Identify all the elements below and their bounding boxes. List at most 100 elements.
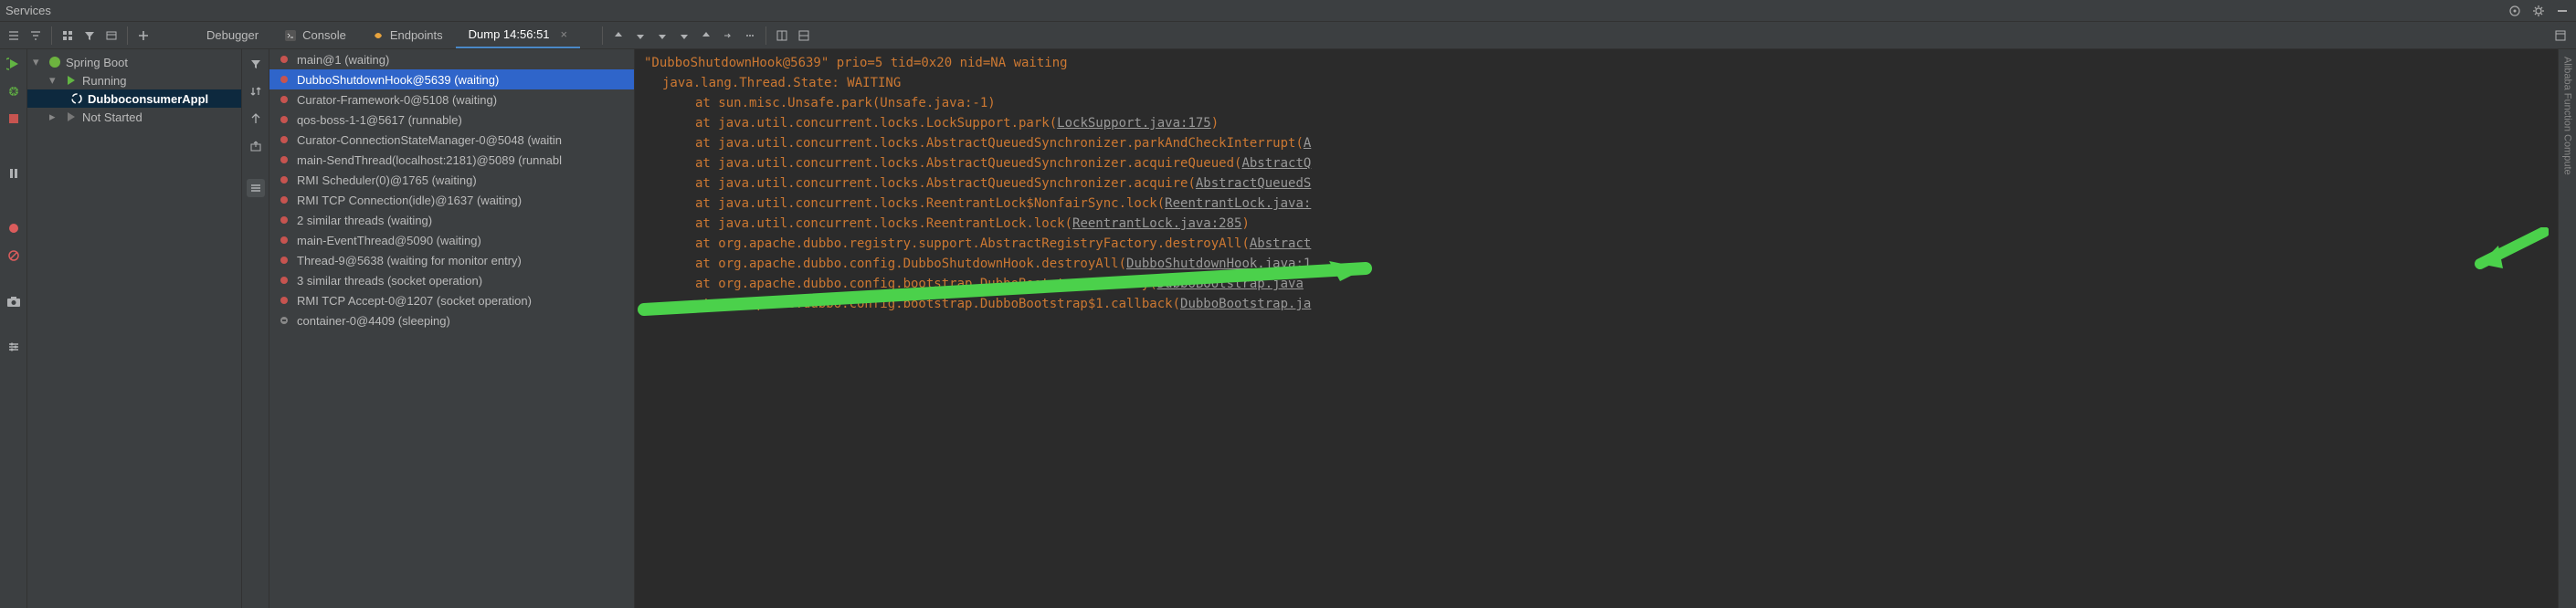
source-link[interactable]: ReentrantLock.java:285 [1072,216,1241,231]
console-icon [284,29,297,42]
source-link[interactable]: DubboBootstrap.java [1157,277,1304,291]
tab-label: Dump 14:56:51 [469,27,550,41]
thread-row[interactable]: qos-boss-1-1@5617 (runnable) [269,110,634,130]
tree-label: Spring Boot [66,56,128,69]
target-icon[interactable] [2507,3,2523,19]
tree-running[interactable]: ▾ Running [27,71,241,89]
thread-row[interactable]: RMI Scheduler(0)@1765 (waiting) [269,170,634,190]
stack-line: at org.apache.dubbo.config.bootstrap.Dub… [644,294,2549,314]
source-link[interactable]: LockSupport.java:175 [1057,116,1211,131]
source-link[interactable]: DubboShutdownHook.java:1 [1126,257,1311,271]
thread-icon [277,152,291,167]
thread-row[interactable]: RMI TCP Accept-0@1207 (socket operation) [269,290,634,310]
stack-line: at org.apache.dubbo.config.DubboShutdown… [644,254,2549,274]
up2-icon[interactable] [696,26,716,46]
filter-icon[interactable] [247,55,265,73]
thread-icon [277,293,291,308]
export-icon[interactable] [247,137,265,155]
tree-notstarted[interactable]: ▸ Not Started [27,108,241,126]
sort-icon[interactable] [247,82,265,100]
source-link[interactable]: AbstractQ [1241,156,1311,171]
thread-icon [277,112,291,127]
collapse-all-icon[interactable] [26,26,46,46]
stack-line: at java.util.concurrent.locks.AbstractQu… [644,133,2549,153]
layout1-icon[interactable] [772,26,792,46]
stack-icon[interactable] [247,179,265,197]
thread-row[interactable]: main-SendThread(localhost:2181)@5089 (ru… [269,150,634,170]
thread-row[interactable]: main@1 (waiting) [269,49,634,69]
thread-row[interactable]: Thread-9@5638 (waiting for monitor entry… [269,250,634,270]
thread-label: main-SendThread(localhost:2181)@5089 (ru… [297,153,562,167]
down-icon[interactable] [630,26,650,46]
down3-icon[interactable] [674,26,694,46]
thread-label: 3 similar threads (socket operation) [297,274,482,288]
add-icon[interactable] [133,26,153,46]
up-icon[interactable] [608,26,628,46]
tab-endpoints[interactable]: Endpoints [359,23,456,47]
stack-line: at org.apache.dubbo.config.bootstrap.Dub… [644,274,2549,294]
source-link[interactable]: DubboBootstrap.ja [1180,297,1311,311]
thread-state: java.lang.Thread.State: WAITING [662,76,901,90]
step-icon[interactable] [718,26,738,46]
minimize-icon[interactable] [2554,3,2571,19]
more-icon[interactable] [740,26,760,46]
expand-all-icon[interactable] [4,26,24,46]
thread-row[interactable]: main-EventThread@5090 (waiting) [269,230,634,250]
right-rail-label[interactable]: Alibaba Function Compute [2558,49,2576,608]
thread-row[interactable]: Curator-ConnectionStateManager-0@5048 (w… [269,130,634,150]
tab-label: Endpoints [390,28,443,42]
stack-line: at sun.misc.Unsafe.park(Unsafe.java:-1) [644,93,2549,113]
stack-line: at org.apache.dubbo.registry.support.Abs… [644,234,2549,254]
stack-line: at java.util.concurrent.locks.ReentrantL… [644,214,2549,234]
source-link[interactable]: ReentrantLock.java: [1165,196,1311,211]
thread-icon [277,193,291,207]
settings-icon[interactable] [5,338,23,356]
collapse-panel-icon[interactable] [2550,26,2571,46]
chevron-down-icon: ▾ [33,55,44,69]
camera-icon[interactable] [5,292,23,310]
view-mode-icon[interactable] [101,26,121,46]
down2-icon[interactable] [652,26,672,46]
panel-title: Services [5,4,51,17]
tree-root[interactable]: ▾ Spring Boot [27,53,241,71]
thread-label: DubboShutdownHook@5639 (waiting) [297,73,499,87]
debug-icon[interactable] [5,82,23,100]
thread-label: Thread-9@5638 (waiting for monitor entry… [297,254,522,267]
thread-row[interactable]: RMI TCP Connection(idle)@1637 (waiting) [269,190,634,210]
merge-icon[interactable] [247,110,265,128]
tree-label: DubboconsumerAppl [88,92,208,106]
tab-dump[interactable]: Dump 14:56:51 × [456,22,581,48]
filter-icon[interactable] [79,26,100,46]
source-link[interactable]: AbstractQueuedS [1196,176,1311,191]
tree-label: Not Started [82,110,143,124]
tree-app[interactable]: DubboconsumerAppl [27,89,241,108]
thread-row[interactable]: 2 similar threads (waiting) [269,210,634,230]
pause-icon[interactable] [5,164,23,183]
thread-label: 2 similar threads (waiting) [297,214,432,227]
stop-icon[interactable] [5,110,23,128]
close-icon[interactable]: × [561,27,568,41]
endpoints-icon [372,29,385,42]
breakpoint-icon[interactable] [5,219,23,237]
tab-debugger[interactable]: Debugger [194,23,271,47]
thread-row[interactable]: container-0@4409 (sleeping) [269,310,634,330]
source-link[interactable]: Abstract [1250,236,1311,251]
source-link[interactable]: A [1304,136,1311,151]
tree-label: Running [82,74,126,88]
stack-line: at java.util.concurrent.locks.ReentrantL… [644,194,2549,214]
tab-label: Debugger [206,28,259,42]
gear-icon[interactable] [2530,3,2547,19]
chevron-right-icon: ▸ [49,110,60,124]
tab-console[interactable]: Console [271,23,359,47]
thread-icon [277,173,291,187]
thread-row[interactable]: DubboShutdownHook@5639 (waiting) [269,69,634,89]
thread-row[interactable]: Curator-Framework-0@5108 (waiting) [269,89,634,110]
rerun-icon[interactable] [5,55,23,73]
thread-label: main-EventThread@5090 (waiting) [297,234,481,247]
thread-row[interactable]: 3 similar threads (socket operation) [269,270,634,290]
group-icon[interactable] [58,26,78,46]
thread-label: RMI TCP Accept-0@1207 (socket operation) [297,294,532,308]
thread-header: "DubboShutdownHook@5639" prio=5 tid=0x20… [644,56,1068,70]
layout2-icon[interactable] [794,26,814,46]
mute-bp-icon[interactable] [5,246,23,265]
